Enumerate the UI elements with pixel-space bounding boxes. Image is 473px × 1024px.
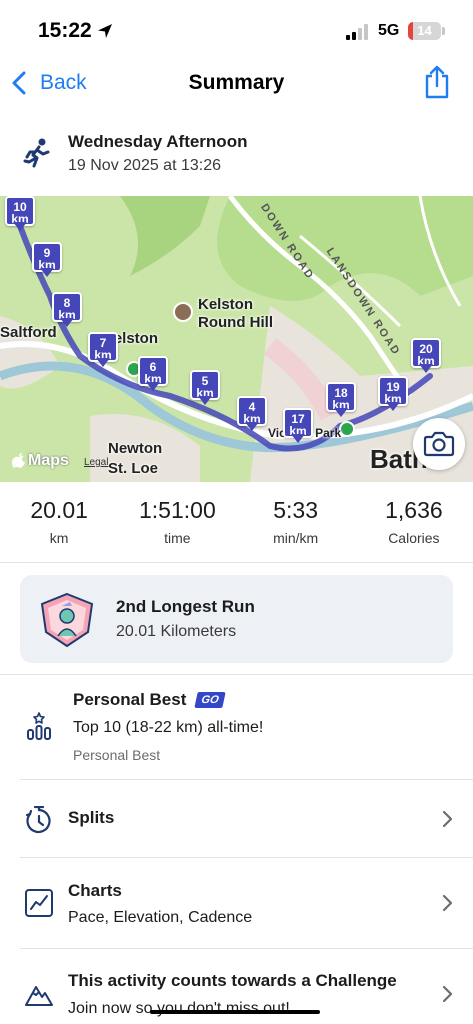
splits-title: Splits — [68, 808, 115, 827]
stat-label: km — [49, 530, 69, 546]
charts-row[interactable]: Charts Pace, Elevation, Cadence — [0, 858, 473, 948]
activity-title: Wednesday Afternoon — [68, 132, 248, 151]
share-icon[interactable] — [423, 64, 451, 100]
km-marker-tip — [96, 358, 110, 367]
navigation-bar: Back Summary — [0, 60, 473, 108]
stat-value: 1:51:00 — [139, 497, 216, 523]
km-marker[interactable]: 9 km — [32, 242, 62, 280]
activity-stats: 20.01 km 1:51:00 time 5:33 min/km 1,636 … — [0, 496, 473, 562]
battery-indicator: 14 — [408, 22, 441, 40]
leaderboard-icon — [27, 712, 51, 740]
stat-label: Calories — [388, 530, 440, 546]
stat-distance: 20.01 km — [0, 496, 118, 562]
charts-title: Charts — [68, 881, 122, 900]
chevron-right-icon — [442, 894, 453, 912]
km-marker[interactable]: 7 km — [88, 332, 118, 370]
km-marker[interactable]: 10 km — [5, 196, 35, 234]
stat-calories: 1,636 Calories — [355, 496, 473, 562]
stat-label: time — [164, 530, 191, 546]
apple-logo-icon — [12, 453, 25, 468]
activity-date: 19 Nov 2025 at 13:26 — [68, 157, 222, 174]
map-place-label: St. Loe — [108, 460, 159, 477]
maps-brand-label: Maps — [28, 452, 69, 469]
personal-best-caption: Personal Best — [73, 747, 161, 763]
personal-best-row[interactable]: Personal Best Top 10 (18-22 km) all-time… — [0, 675, 473, 779]
chevron-right-icon — [442, 985, 453, 1003]
challenge-title: This activity counts towards a Challenge — [68, 971, 397, 990]
personal-best-title: Personal Best — [73, 690, 187, 709]
km-marker-tip — [198, 396, 212, 405]
location-arrow-icon — [98, 24, 112, 38]
km-marker[interactable]: 5 km — [190, 370, 220, 408]
km-marker-tip — [419, 364, 433, 373]
km-marker[interactable]: 20 km — [411, 338, 441, 376]
status-time: 15:22 — [38, 19, 92, 42]
challenge-subtitle: Join now so you don't miss out! — [68, 1000, 290, 1017]
km-marker[interactable]: 18 km — [326, 382, 356, 420]
km-marker[interactable]: 6 km — [138, 356, 168, 394]
achievement-card[interactable]: 2nd Longest Run 20.01 Kilometers — [20, 575, 453, 663]
map-place-label: Newton — [108, 440, 163, 457]
stat-value: 1,636 — [385, 497, 443, 523]
camera-button[interactable] — [413, 418, 465, 470]
battery-level-text: 14 — [417, 23, 432, 38]
legal-link[interactable]: Legal — [84, 457, 108, 468]
camera-icon — [423, 431, 455, 457]
chevron-right-icon — [442, 810, 453, 828]
km-marker-tip — [245, 422, 259, 431]
km-marker-tip — [40, 268, 54, 277]
map-place-label: Saltford — [0, 324, 57, 341]
charts-subtitle: Pace, Elevation, Cadence — [68, 909, 253, 926]
splits-row[interactable]: Splits — [0, 780, 473, 857]
achievement-badge-icon — [40, 592, 94, 648]
km-marker-tip — [60, 318, 74, 327]
mountain-icon — [25, 986, 53, 1006]
page-title: Summary — [188, 71, 285, 94]
km-marker[interactable]: 4 km — [237, 396, 267, 434]
map-place-label: Round Hill — [198, 314, 273, 331]
running-icon — [23, 138, 50, 168]
km-marker[interactable]: 19 km — [378, 376, 408, 414]
stat-label: min/km — [273, 530, 319, 546]
km-marker-tip — [386, 402, 400, 411]
maps-attribution: Maps — [12, 452, 69, 470]
divider — [0, 562, 473, 563]
km-marker-tip — [146, 382, 160, 391]
map-background — [0, 196, 473, 482]
achievement-subtitle: 20.01 Kilometers — [116, 623, 237, 640]
stat-value: 5:33 — [273, 497, 318, 523]
km-marker[interactable]: 17 km — [283, 408, 313, 446]
stat-value: 20.01 — [30, 497, 88, 523]
achievement-title: 2nd Longest Run — [116, 597, 255, 616]
stopwatch-icon — [25, 806, 51, 834]
map-place-label: Kelston — [198, 296, 254, 313]
go-badge: GO — [194, 692, 226, 708]
home-indicator — [150, 1010, 320, 1014]
network-type: 5G — [378, 22, 400, 39]
chart-icon — [25, 889, 53, 917]
km-marker-tip — [334, 408, 348, 417]
status-bar: 15:22 5G 14 — [0, 0, 473, 60]
km-marker[interactable]: 8 km — [52, 292, 82, 330]
battery-tip — [442, 27, 445, 35]
stat-time: 1:51:00 time — [118, 496, 236, 562]
km-marker-tip — [13, 222, 27, 231]
route-map[interactable]: DOWN ROAD LANSDOWN ROAD Saltford Kelston… — [0, 196, 473, 482]
activity-header: Wednesday Afternoon 19 Nov 2025 at 13:26 — [0, 120, 473, 190]
personal-best-detail: Top 10 (18-22 km) all-time! — [73, 719, 264, 736]
km-marker-tip — [291, 434, 305, 443]
stat-pace: 5:33 min/km — [237, 496, 355, 562]
hill-pin-icon — [173, 302, 193, 322]
signal-icon — [346, 24, 368, 40]
